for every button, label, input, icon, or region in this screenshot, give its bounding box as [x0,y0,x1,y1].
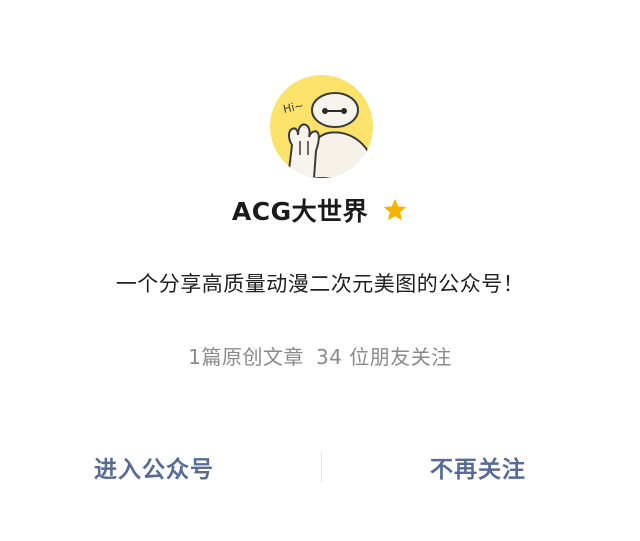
account-name-row: ACG大世界 [0,192,640,228]
account-name: ACG大世界 [231,197,369,226]
original-articles-count[interactable]: 1篇原创文章 [188,345,304,369]
account-stats: 1篇原创文章 34 位朋友关注 [0,341,640,370]
profile-card: Hi~ ACG大世界 一个分享高质量动漫二次元美图的公众号！ 1篇原创文章 34 … [0,0,640,541]
baymax-avatar-icon: Hi~ [270,75,373,178]
star-icon[interactable] [382,197,408,223]
friends-following-count[interactable]: 34 位朋友关注 [316,345,452,369]
action-bar: 进入公众号 不再关注 [0,440,640,492]
avatar[interactable]: Hi~ [270,75,373,178]
unfollow-button[interactable]: 不再关注 [430,450,526,484]
account-intro: 一个分享高质量动漫二次元美图的公众号！ [115,272,525,296]
enter-account-button[interactable]: 进入公众号 [94,450,214,484]
action-divider [321,452,322,482]
